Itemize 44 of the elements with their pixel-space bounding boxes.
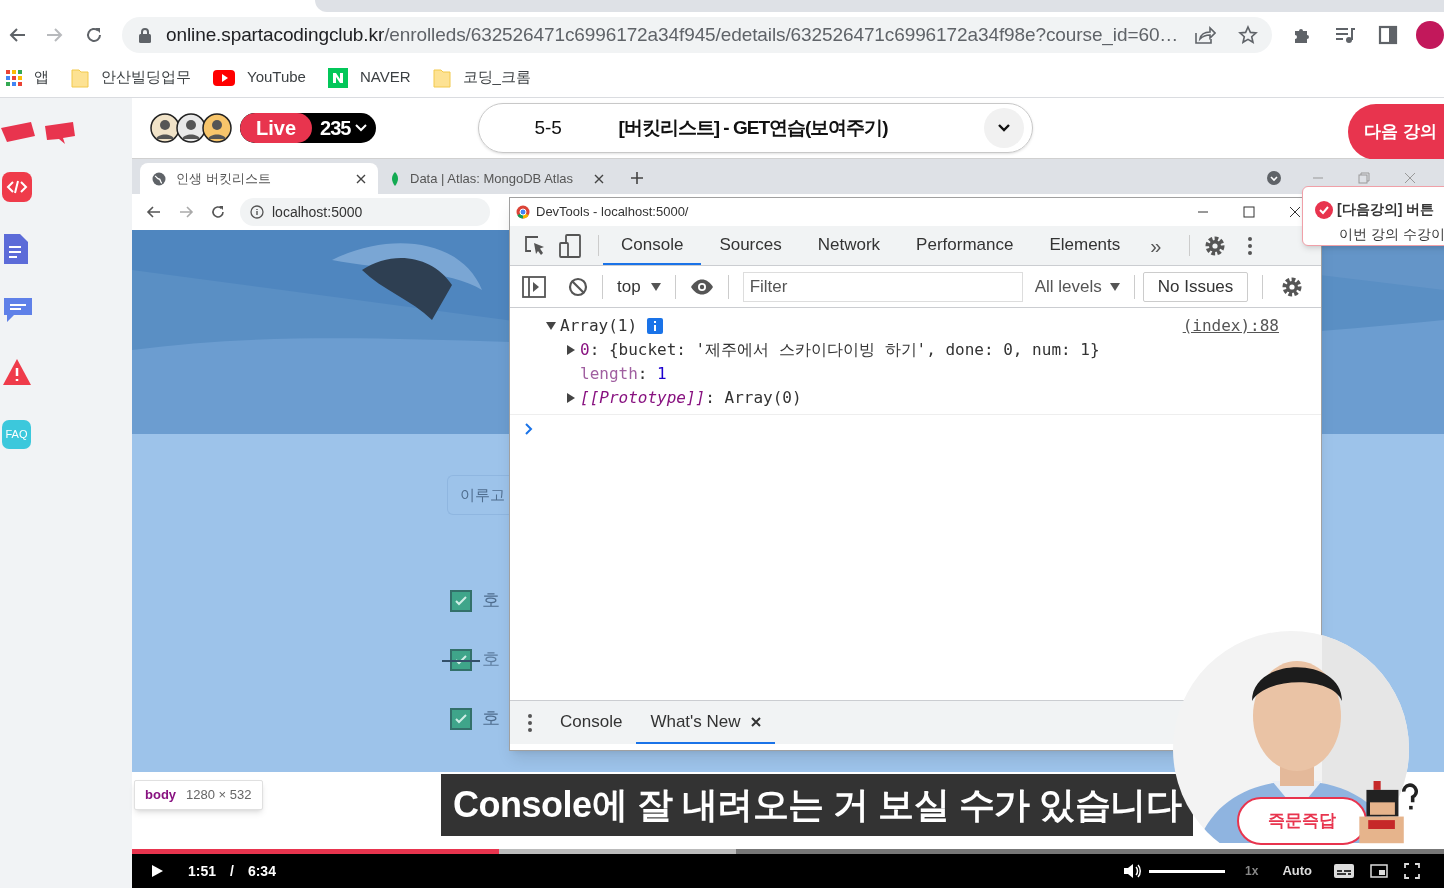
log-entry: 0: {bucket: '제주에서 스카이다이빙 하기', done: 0, num: 1}: [580, 339, 1100, 361]
bookmark[interactable]: 안산빌딩업무: [71, 66, 191, 89]
bookmark[interactable]: 코딩_크롬: [432, 66, 531, 89]
current-time: 1:51: [188, 861, 217, 881]
qa-button[interactable]: 즉문즉답: [1237, 797, 1367, 845]
next-lesson-button[interactable]: 다음 강의: [1348, 104, 1444, 160]
url-text: online.spartacodingclub.kr/enrolleds/632526471c6996172a34f945/edetails/632526471c6996172a34f98e?course_id=60…: [166, 22, 1179, 48]
log-entry: [[Prototype]]: Array(0): [580, 387, 802, 409]
devtools-tab[interactable]: Sources: [701, 226, 800, 265]
live-badge[interactable]: Live 235: [240, 113, 377, 143]
address-bar[interactable]: online.spartacodingclub.kr/enrolleds/632526471c6996172a34f945/edetails/632526471c6996172a34f98e?course_id=60…: [122, 17, 1272, 53]
bookmark[interactable]: 앱: [6, 66, 49, 89]
levels-dropdown[interactable]: All levels: [1034, 273, 1120, 300]
source-link[interactable]: (index):88: [1182, 313, 1279, 338]
drawer-tab[interactable]: Console: [546, 701, 637, 744]
drawer-tab[interactable]: What's New: [636, 701, 775, 744]
bookmark[interactable]: YouTube: [213, 66, 306, 89]
devtools-tab[interactable]: Elements: [1031, 226, 1139, 265]
toast-text: 이번 강의 수강이: [1338, 225, 1444, 244]
list-item-text: 호: [482, 707, 500, 730]
address-bar[interactable]: localhost:5000: [240, 198, 490, 226]
duration-time: 6:34: [247, 861, 276, 881]
time-separator: /: [230, 861, 234, 881]
window-title: DevTools - localhost:5000/: [536, 203, 690, 222]
devtools-tab[interactable]: Performance: [898, 226, 1032, 265]
more-tabs-button[interactable]: »: [1138, 226, 1174, 265]
issues-button[interactable]: No Issues: [1142, 271, 1249, 302]
log-entry: length: 1: [580, 363, 667, 385]
bookmark[interactable]: NAVER: [327, 66, 411, 89]
log-label: Array(1): [560, 314, 638, 337]
context-dropdown[interactable]: top: [617, 273, 661, 300]
browser-tab[interactable]: 인생 버킷리스트: [140, 163, 378, 194]
browser-tab[interactable]: Data | Atlas: MongoDB Atlas: [378, 163, 616, 194]
list-item-text: 호: [482, 648, 500, 671]
list-item-text: 호: [482, 589, 500, 612]
speed-button[interactable]: 1x: [1245, 862, 1259, 880]
filter-field[interactable]: Filter: [742, 271, 1023, 302]
devtools-tab[interactable]: Network: [799, 226, 899, 265]
devtools-tab[interactable]: Console: [603, 226, 702, 265]
video-caption: Console에 잘 내려오는 거 보실 수가 있습니다: [441, 774, 1194, 836]
toast-title: [다음강의] 버튼: [1337, 200, 1435, 219]
quality-button[interactable]: Auto: [1282, 861, 1312, 881]
lesson-select[interactable]: 5-5 [버킷리스트] - GET연습(보여주기): [478, 103, 1034, 153]
element-tooltip: body 1280 × 532: [134, 780, 263, 810]
